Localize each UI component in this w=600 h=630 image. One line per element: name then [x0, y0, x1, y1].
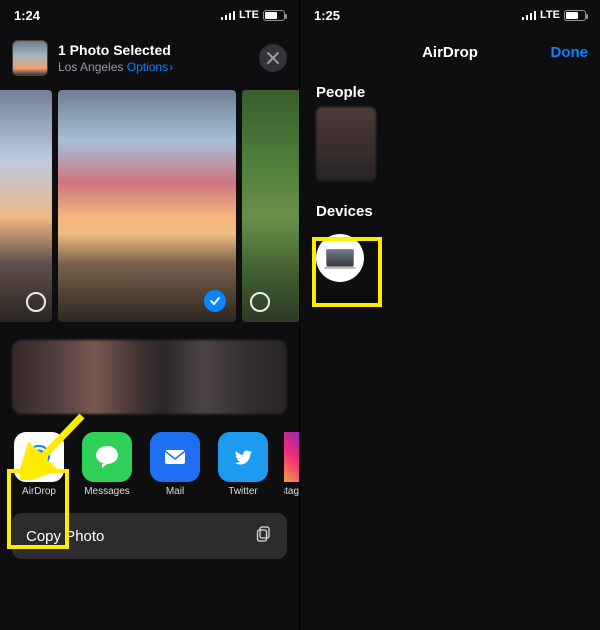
- action-copy-photo[interactable]: Copy Photo: [12, 513, 287, 559]
- photo-item[interactable]: [242, 90, 299, 322]
- battery-icon: [263, 10, 285, 21]
- device-avatar: [316, 234, 364, 282]
- nav-title: AirDrop: [422, 44, 478, 61]
- copy-icon: [255, 525, 273, 547]
- macbook-icon: [326, 249, 354, 267]
- contact-suggestions[interactable]: [12, 340, 287, 414]
- airdrop-device[interactable]: [316, 234, 372, 282]
- status-network: LTE: [239, 9, 259, 21]
- app-label: Mail: [166, 486, 184, 497]
- airdrop-person[interactable]: [316, 107, 376, 181]
- status-bar: 1:25 LTE: [300, 0, 600, 30]
- airdrop-screen: 1:25 LTE AirDrop Done People Devices: [300, 0, 600, 630]
- options-link[interactable]: Options›: [127, 60, 173, 74]
- selection-count: 1 Photo Selected: [58, 42, 249, 58]
- app-label: Messages: [84, 486, 130, 497]
- airdrop-icon: [14, 432, 64, 482]
- selected-thumbnail: [12, 40, 48, 76]
- status-time: 1:25: [314, 8, 340, 23]
- messages-icon: [82, 432, 132, 482]
- app-messages[interactable]: Messages: [80, 432, 134, 497]
- action-label: Copy Photo: [26, 528, 104, 545]
- checkmark-icon: [204, 290, 226, 312]
- close-icon: [267, 52, 279, 64]
- instagram-icon: [284, 432, 299, 482]
- signal-icon: [221, 10, 236, 20]
- status-bar: 1:24 LTE: [0, 0, 299, 30]
- app-label: AirDrop: [22, 486, 56, 497]
- done-button[interactable]: Done: [551, 44, 589, 61]
- mail-icon: [150, 432, 200, 482]
- app-instagram[interactable]: Instagram: [284, 432, 299, 497]
- photo-item-selected[interactable]: [58, 90, 236, 322]
- section-devices: Devices: [300, 181, 600, 226]
- status-time: 1:24: [14, 8, 40, 23]
- app-twitter[interactable]: Twitter: [216, 432, 270, 497]
- photo-item[interactable]: [0, 90, 52, 322]
- chevron-right-icon: ›: [169, 60, 173, 74]
- app-mail[interactable]: Mail: [148, 432, 202, 497]
- share-sheet-header: 1 Photo Selected Los Angeles Options›: [0, 30, 299, 86]
- app-label: Twitter: [228, 486, 257, 497]
- app-label: Instagram: [284, 486, 299, 497]
- circle-unchecked-icon: [26, 292, 46, 312]
- app-airdrop[interactable]: AirDrop: [12, 432, 66, 497]
- section-people: People: [300, 74, 600, 107]
- share-apps-row[interactable]: AirDrop Messages Mail Twitter: [0, 414, 299, 503]
- nav-bar: AirDrop Done: [300, 30, 600, 74]
- share-sheet-screen: 1:24 LTE 1 Photo Selected Los Angeles Op…: [0, 0, 300, 630]
- status-network: LTE: [540, 9, 560, 21]
- circle-unchecked-icon: [250, 292, 270, 312]
- photo-selector[interactable]: [0, 90, 299, 322]
- selection-location: Los Angeles: [58, 60, 123, 74]
- twitter-icon: [218, 432, 268, 482]
- close-button[interactable]: [259, 44, 287, 72]
- signal-icon: [522, 10, 537, 20]
- battery-icon: [564, 10, 586, 21]
